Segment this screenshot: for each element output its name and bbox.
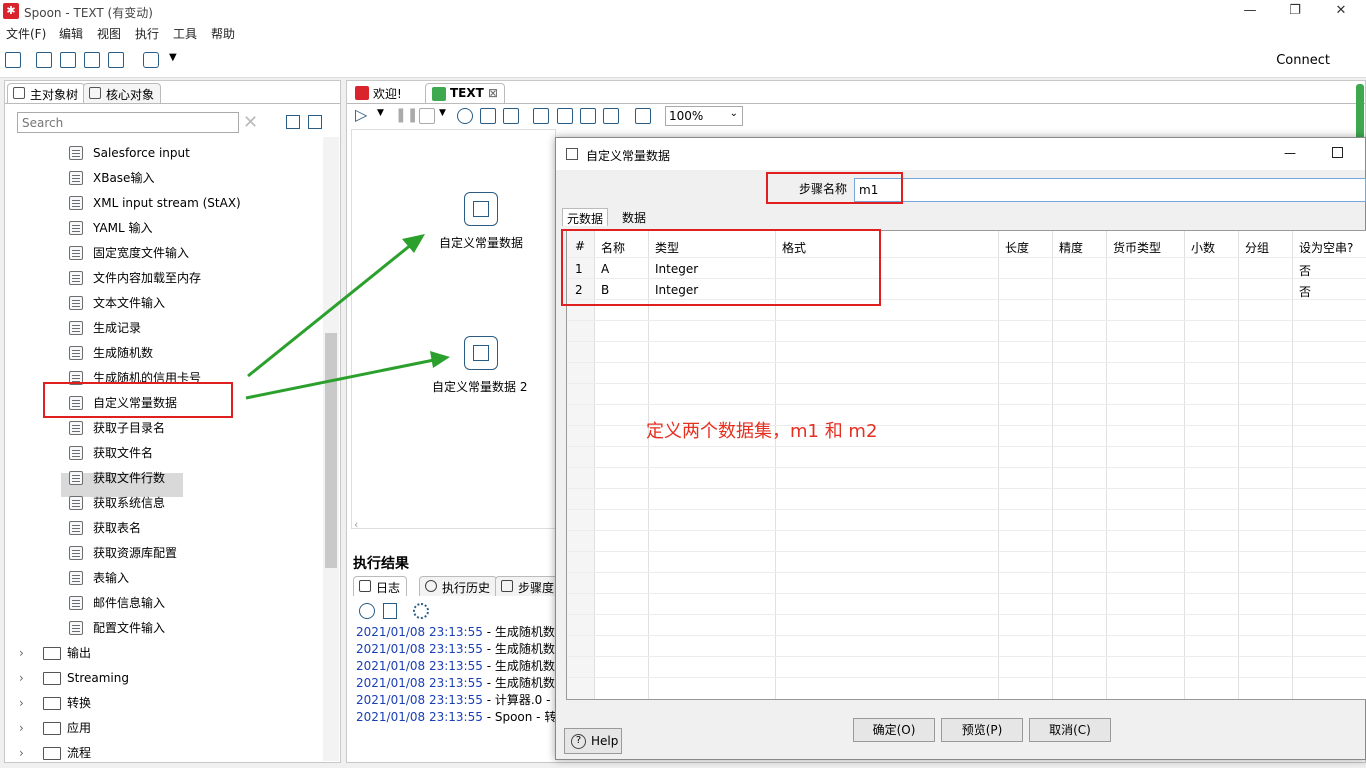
- annotation-text: 定义两个数据集，m1 和 m2: [646, 421, 878, 442]
- arrowhead-to-step-2: [430, 351, 450, 368]
- annotation-arrows: [245, 234, 450, 400]
- arrow-line-to-step-1: [247, 242, 413, 378]
- arrow-line-to-step-2: [245, 358, 435, 400]
